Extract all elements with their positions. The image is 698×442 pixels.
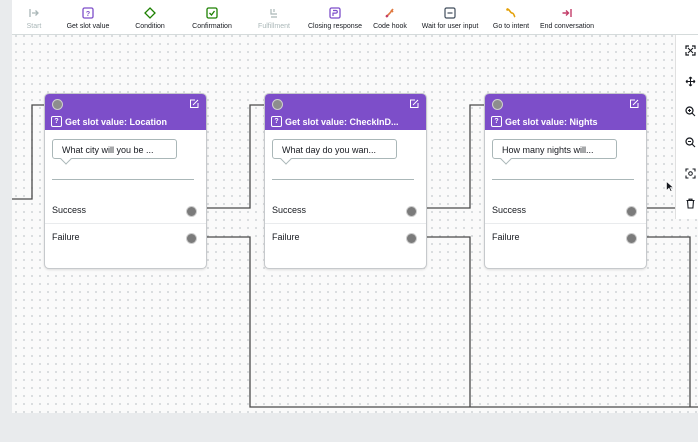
delete-button[interactable] — [676, 188, 698, 219]
node-title-row: ? Get slot value: Location — [51, 116, 167, 127]
zoom-out-icon — [684, 137, 695, 148]
prompt-bubble[interactable]: How many nights will... — [492, 139, 617, 159]
branch-success: Success — [485, 197, 646, 224]
canvas-controls — [675, 35, 698, 219]
get-slot-value-icon: ? — [271, 116, 282, 127]
node-title: Get slot value: Nights — [505, 116, 598, 127]
connector-incoming — [12, 104, 47, 200]
divider — [492, 179, 634, 180]
failure-port[interactable] — [626, 233, 637, 244]
zoom-in-button[interactable] — [676, 96, 698, 127]
branch-label: Failure — [272, 232, 300, 242]
branch-label: Failure — [492, 232, 520, 242]
branch-failure: Failure — [265, 224, 426, 251]
divider — [272, 179, 414, 180]
input-port[interactable] — [272, 99, 283, 110]
delete-icon — [686, 198, 694, 209]
mouse-cursor-icon — [666, 181, 674, 192]
flow-canvas[interactable]: Start ? Get slot value Condition Confirm… — [12, 0, 698, 413]
reset-view-button[interactable] — [676, 158, 698, 189]
get-slot-value-icon: ? — [491, 116, 502, 127]
success-port[interactable] — [626, 206, 637, 217]
get-slot-value-icon: ? — [51, 116, 62, 127]
node-get-slot-location[interactable]: ? Get slot value: Location What city wil… — [44, 93, 207, 269]
branch-label: Failure — [52, 232, 80, 242]
branch-success: Success — [265, 197, 426, 224]
node-title-row: ? Get slot value: CheckInD... — [271, 116, 399, 127]
branch-success: Success — [45, 197, 206, 224]
failure-port[interactable] — [186, 233, 197, 244]
input-port[interactable] — [492, 99, 503, 110]
node-title: Get slot value: CheckInD... — [285, 116, 399, 127]
zoom-in-icon — [684, 106, 695, 117]
branch-failure: Failure — [45, 224, 206, 251]
move-icon — [685, 76, 695, 86]
fit-view-icon — [684, 45, 696, 56]
branch-label: Success — [272, 205, 307, 215]
fit-view-button[interactable] — [676, 35, 698, 66]
prompt-bubble[interactable]: What city will you be ... — [52, 139, 177, 159]
node-header: ? Get slot value: Nights — [485, 94, 646, 130]
divider — [52, 179, 194, 180]
prompt-bubble[interactable]: What day do you wan... — [272, 139, 397, 159]
success-port[interactable] — [406, 206, 417, 217]
node-title: Get slot value: Location — [65, 116, 168, 127]
edit-icon[interactable] — [189, 99, 199, 109]
success-port[interactable] — [186, 206, 197, 217]
edit-icon[interactable] — [409, 99, 419, 109]
node-header: ? Get slot value: Location — [45, 94, 206, 130]
branch-label: Success — [52, 205, 87, 215]
zoom-out-button[interactable] — [676, 127, 698, 158]
branch-label: Success — [492, 205, 527, 215]
node-get-slot-checkin[interactable]: ? Get slot value: CheckInD... What day d… — [264, 93, 427, 269]
node-get-slot-nights[interactable]: ? Get slot value: Nights How many nights… — [484, 93, 647, 269]
failure-port[interactable] — [406, 233, 417, 244]
node-header: ? Get slot value: CheckInD... — [265, 94, 426, 130]
move-button[interactable] — [676, 66, 698, 97]
node-title-row: ? Get slot value: Nights — [491, 116, 598, 127]
edit-icon[interactable] — [629, 99, 639, 109]
input-port[interactable] — [52, 99, 63, 110]
branch-failure: Failure — [485, 224, 646, 251]
reset-view-icon — [684, 167, 696, 179]
